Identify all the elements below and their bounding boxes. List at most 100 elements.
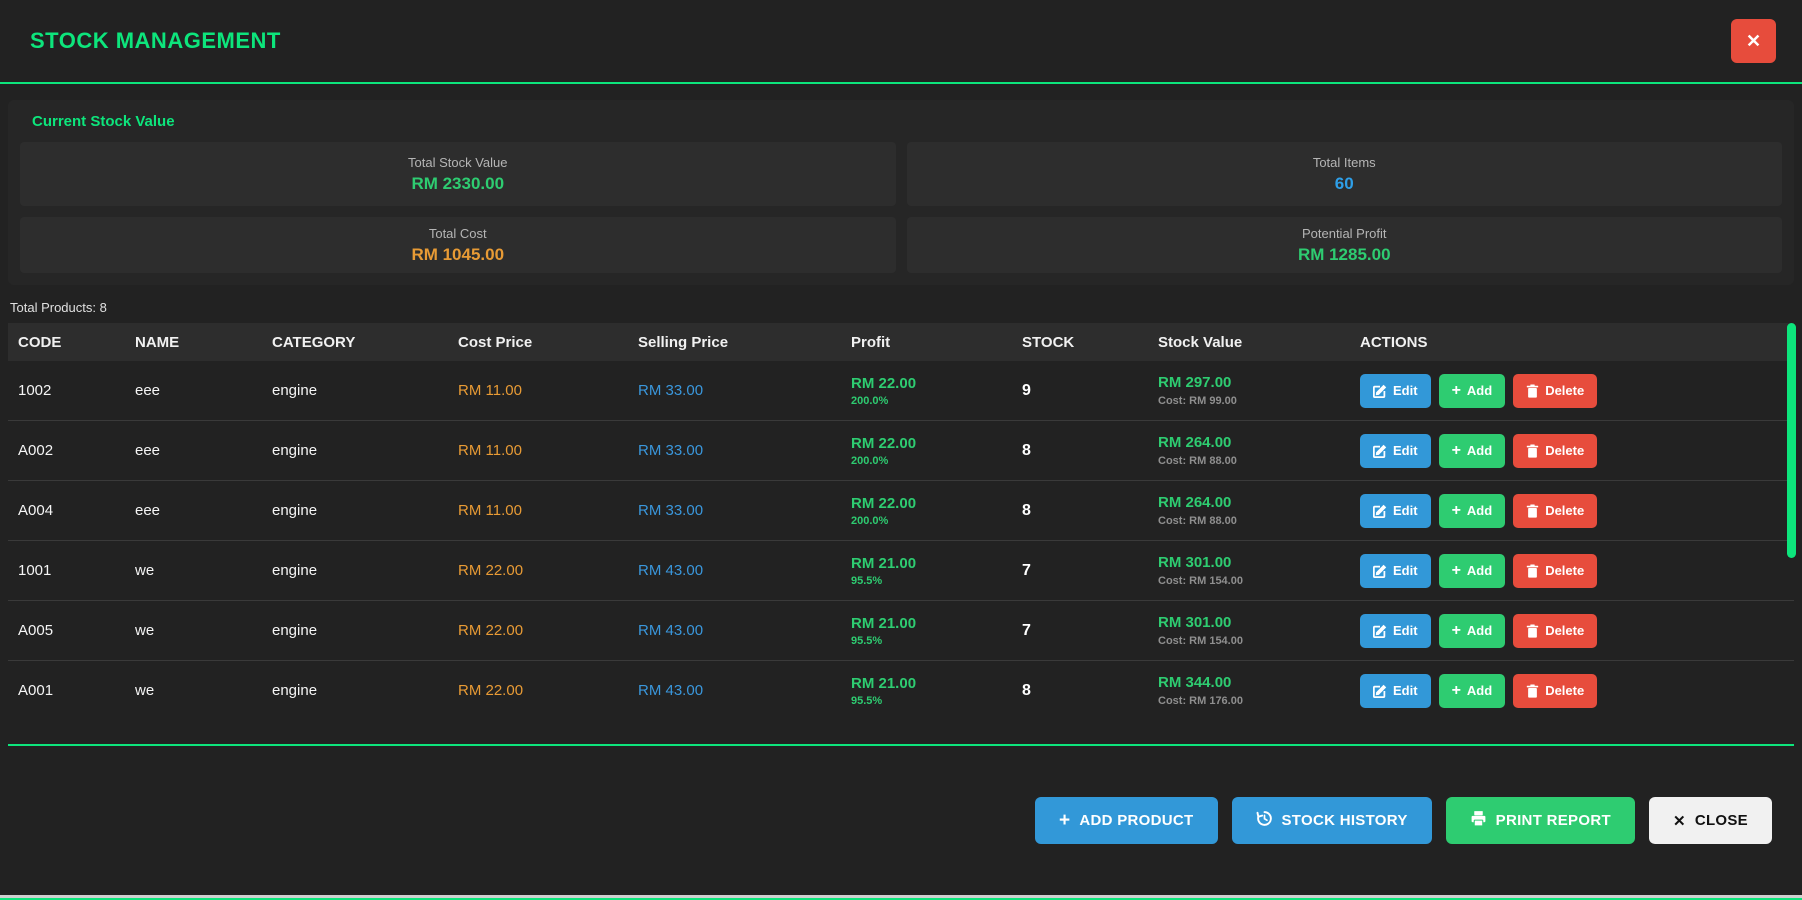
- profit-value: RM 21.00: [851, 615, 1012, 632]
- cell-cost-price: RM 22.00: [448, 622, 628, 639]
- add-button[interactable]: +Add: [1439, 374, 1506, 408]
- cell-stock: 9: [1012, 382, 1148, 400]
- stat-label: Total Items: [1313, 155, 1376, 170]
- edit-button[interactable]: Edit: [1360, 614, 1431, 648]
- close-footer-label: CLOSE: [1695, 812, 1748, 829]
- table-row: A001weengineRM 22.00RM 43.00RM 21.0095.5…: [8, 661, 1794, 708]
- cell-profit: RM 22.00200.0%: [841, 375, 1012, 407]
- trash-icon: [1526, 624, 1539, 638]
- table-scrollbar[interactable]: [1787, 323, 1796, 708]
- plus-icon: +: [1452, 382, 1461, 400]
- close-button[interactable]: ✕: [1731, 19, 1776, 63]
- add-button[interactable]: +Add: [1439, 674, 1506, 708]
- modal-header: STOCK MANAGEMENT ✕: [0, 0, 1802, 84]
- cell-code: 1002: [8, 382, 125, 399]
- cell-code: 1001: [8, 562, 125, 579]
- pencil-icon: [1373, 684, 1387, 698]
- edit-button[interactable]: Edit: [1360, 434, 1431, 468]
- edit-button[interactable]: Edit: [1360, 674, 1431, 708]
- stock-cost: Cost: RM 88.00: [1158, 455, 1350, 467]
- cell-cost-price: RM 11.00: [448, 442, 628, 459]
- cell-stock: 8: [1012, 682, 1148, 700]
- cell-stock-value: RM 301.00Cost: RM 154.00: [1148, 614, 1350, 647]
- cell-actions: Edit+AddDelete: [1350, 494, 1794, 528]
- cell-name: eee: [125, 382, 262, 399]
- table-row: 1002eeeengineRM 11.00RM 33.00RM 22.00200…: [8, 361, 1794, 421]
- profit-percent: 200.0%: [851, 395, 1012, 407]
- stock-history-button[interactable]: STOCK HISTORY: [1232, 797, 1432, 844]
- column-header-name: NAME: [125, 334, 262, 351]
- delete-button[interactable]: Delete: [1513, 674, 1597, 708]
- pencil-icon: [1373, 444, 1387, 458]
- add-button[interactable]: +Add: [1439, 434, 1506, 468]
- column-header-code: CODE: [8, 334, 125, 351]
- edit-button[interactable]: Edit: [1360, 554, 1431, 588]
- cell-actions: Edit+AddDelete: [1350, 554, 1794, 588]
- plus-icon: +: [1452, 502, 1461, 520]
- cell-cost-price: RM 22.00: [448, 562, 628, 579]
- modal-footer: + ADD PRODUCT STOCK HISTORY PRIN: [0, 746, 1802, 895]
- plus-icon: +: [1452, 562, 1461, 580]
- edit-button[interactable]: Edit: [1360, 494, 1431, 528]
- add-button[interactable]: +Add: [1439, 554, 1506, 588]
- trash-icon: [1526, 444, 1539, 458]
- plus-icon: +: [1059, 810, 1070, 832]
- stat-label: Total Stock Value: [408, 155, 507, 170]
- profit-percent: 200.0%: [851, 455, 1012, 467]
- profit-percent: 95.5%: [851, 635, 1012, 647]
- cell-name: we: [125, 682, 262, 699]
- cell-stock-value: RM 264.00 Cost: RM 88.00: [1148, 434, 1350, 467]
- table-row: A002eeeengineRM 11.00RM 33.00RM 22.00200…: [8, 421, 1794, 481]
- cell-category: engine: [262, 382, 448, 399]
- table-body: 1002eeeengineRM 11.00RM 33.00RM 22.00200…: [8, 361, 1794, 708]
- trash-icon: [1526, 504, 1539, 518]
- stat-value: RM 2330.00: [411, 174, 504, 194]
- cell-cost-price: RM 11.00: [448, 382, 628, 399]
- plus-icon: +: [1452, 682, 1461, 700]
- table-header-row: CODE NAME CATEGORY Cost Price Selling Pr…: [8, 323, 1794, 361]
- current-stock-value-panel: Current Stock Value Total Stock Value RM…: [8, 100, 1794, 285]
- column-header-stock: STOCK: [1012, 334, 1148, 351]
- stat-value: RM 1285.00: [1298, 245, 1391, 265]
- stock-cost: Cost: RM 99.00: [1158, 395, 1350, 407]
- cell-name: we: [125, 622, 262, 639]
- profit-percent: 95.5%: [851, 695, 1012, 707]
- bottom-strip: [0, 895, 1802, 898]
- stock-value: RM 301.00: [1158, 554, 1350, 571]
- products-table-scroll-region[interactable]: CODE NAME CATEGORY Cost Price Selling Pr…: [8, 323, 1794, 708]
- add-product-button[interactable]: + ADD PRODUCT: [1035, 797, 1218, 844]
- stock-value: RM 264.00: [1158, 434, 1350, 451]
- close-footer-button[interactable]: ✕ CLOSE: [1649, 797, 1772, 844]
- delete-button[interactable]: Delete: [1513, 374, 1597, 408]
- total-products-count: Total Products: 8: [10, 300, 1794, 315]
- history-icon: [1256, 810, 1273, 831]
- pencil-icon: [1373, 624, 1387, 638]
- delete-button[interactable]: Delete: [1513, 614, 1597, 648]
- column-header-actions: ACTIONS: [1350, 334, 1794, 351]
- print-report-label: PRINT REPORT: [1496, 812, 1611, 829]
- delete-button[interactable]: Delete: [1513, 434, 1597, 468]
- pencil-icon: [1373, 564, 1387, 578]
- delete-button[interactable]: Delete: [1513, 554, 1597, 588]
- cell-stock: 8: [1012, 502, 1148, 520]
- cell-stock-value: RM 264.00Cost: RM 88.00: [1148, 494, 1350, 527]
- cell-category: engine: [262, 682, 448, 699]
- cell-cost-price: RM 11.00: [448, 502, 628, 519]
- add-button[interactable]: +Add: [1439, 494, 1506, 528]
- print-report-button[interactable]: PRINT REPORT: [1446, 797, 1635, 844]
- scrollbar-thumb[interactable]: [1787, 323, 1796, 558]
- stock-cost: Cost: RM 154.00: [1158, 575, 1350, 587]
- edit-button[interactable]: Edit: [1360, 374, 1431, 408]
- stat-label: Total Cost: [429, 226, 487, 241]
- stock-value: RM 344.00: [1158, 674, 1350, 691]
- delete-button[interactable]: Delete: [1513, 494, 1597, 528]
- cell-profit: RM 21.0095.5%: [841, 675, 1012, 707]
- add-button[interactable]: +Add: [1439, 614, 1506, 648]
- cell-code: A001: [8, 682, 125, 699]
- cell-category: engine: [262, 622, 448, 639]
- stock-management-modal: STOCK MANAGEMENT ✕ Current Stock Value T…: [0, 0, 1802, 900]
- cell-selling-price: RM 43.00: [628, 562, 841, 579]
- cell-name: eee: [125, 442, 262, 459]
- table-row: 1001weengineRM 22.00RM 43.00RM 21.0095.5…: [8, 541, 1794, 601]
- column-header-category: CATEGORY: [262, 334, 448, 351]
